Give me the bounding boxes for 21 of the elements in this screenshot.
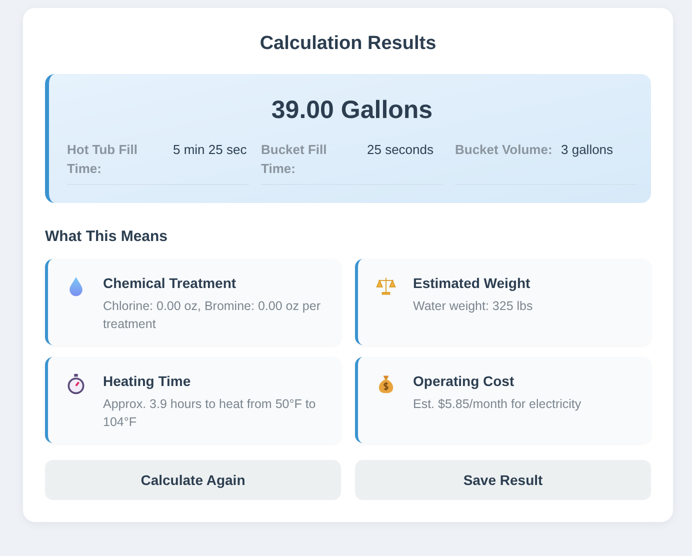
card-text: Water weight: 325 lbs <box>413 298 533 315</box>
result-amount: 39.00 Gallons <box>270 95 434 126</box>
card-title: Chemical Treatment <box>103 274 238 293</box>
stat-value: 25 seconds <box>367 141 434 159</box>
card-text: Approx. 3.9 hours to heat from 50°F to 104°F <box>103 396 317 431</box>
balance-scale-icon <box>375 275 397 297</box>
stat-label: Bucket Volume: <box>455 141 554 159</box>
card-title: Estimated Weight <box>413 274 532 293</box>
stat-label: Bucket Fill Time: <box>261 141 328 178</box>
card-title: Heating Time <box>103 372 192 391</box>
stat-value: 3 gallons <box>561 141 614 159</box>
section-title: What This Means <box>45 227 169 247</box>
card-text: Est. $5.85/month for electricity <box>413 396 582 413</box>
stat-value: 5 min 25 sec <box>173 141 247 159</box>
card-title: Operating Cost <box>413 372 516 391</box>
action-button[interactable]: Save Result <box>355 460 651 500</box>
stopwatch-icon <box>65 373 87 395</box>
stat-label: Hot Tub Fill Time: <box>67 141 139 178</box>
card-text: Chlorine: 0.00 oz, Bromine: 0.00 oz per treatment <box>103 298 322 333</box>
results-title: Calculation Results <box>258 32 438 56</box>
action-button[interactable]: Calculate Again <box>45 460 341 500</box>
